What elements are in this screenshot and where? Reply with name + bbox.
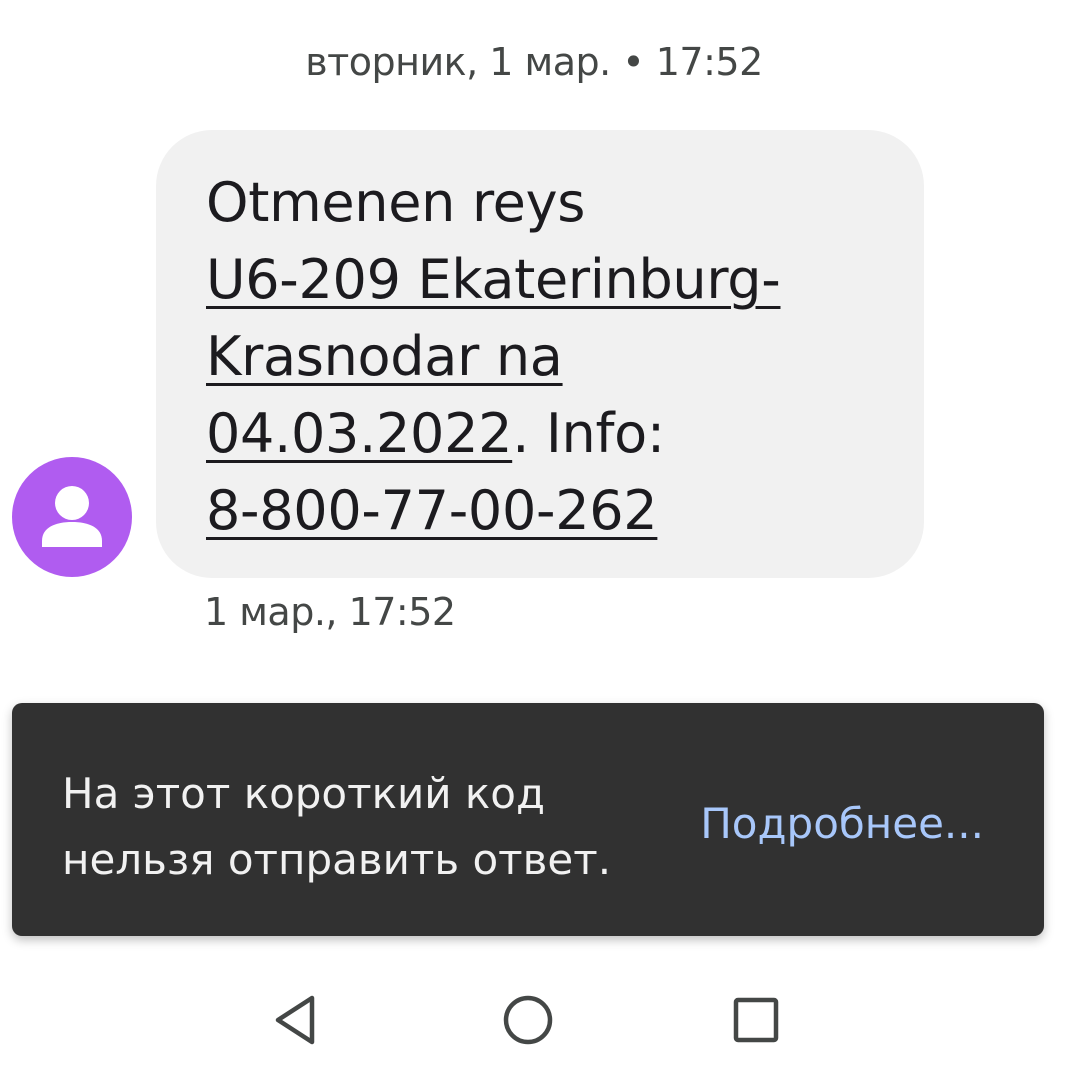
info-text: . Info: bbox=[512, 402, 665, 465]
flight-link[interactable]: U6-209 Ekaterinburg- bbox=[206, 248, 781, 311]
phone-link[interactable]: 8-800-77-00-262 bbox=[206, 479, 658, 542]
conversation-date-header: вторник, 1 мар. • 17:52 bbox=[305, 40, 763, 84]
back-triangle-icon bbox=[275, 995, 315, 1045]
message-text: Otmenen reys U6-209 Ekaterinburg- Krasno… bbox=[206, 164, 884, 549]
back-button[interactable] bbox=[268, 990, 328, 1050]
person-icon bbox=[42, 486, 102, 547]
recents-square-icon bbox=[733, 997, 779, 1043]
snackbar: На этот короткий код нельзя отправить от… bbox=[12, 703, 1044, 936]
home-circle-icon bbox=[503, 995, 553, 1045]
message-line-cancelled: Otmenen reys bbox=[206, 171, 586, 234]
messages-screen: вторник, 1 мар. • 17:52 Otmenen reys U6-… bbox=[0, 0, 1068, 1080]
home-button[interactable] bbox=[498, 990, 558, 1050]
recents-button[interactable] bbox=[726, 990, 786, 1050]
message-bubble[interactable]: Otmenen reys U6-209 Ekaterinburg- Krasno… bbox=[156, 130, 924, 578]
sender-avatar[interactable] bbox=[12, 457, 132, 577]
date-link[interactable]: 04.03.2022 bbox=[206, 402, 512, 465]
system-navigation-bar bbox=[0, 960, 1068, 1080]
snackbar-message: На этот короткий код нельзя отправить от… bbox=[62, 769, 612, 884]
learn-more-button[interactable]: Подробнее... bbox=[700, 797, 984, 851]
message-timestamp: 1 мар., 17:52 bbox=[204, 590, 456, 634]
flight-link-continuation[interactable]: Krasnodar na bbox=[206, 325, 563, 388]
